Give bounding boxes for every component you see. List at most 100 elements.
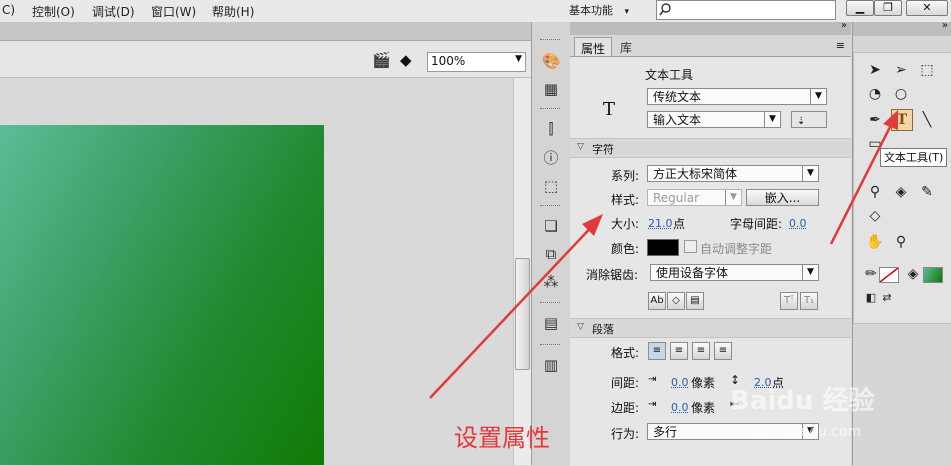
strip-grip[interactable] [540,205,560,208]
zoom-tool-icon[interactable]: ⚲ [891,232,911,252]
help-search-input[interactable] [656,0,836,20]
align-center-icon: ≡ [674,345,684,356]
superscript-button[interactable]: Tᵀ [780,292,798,310]
align-right-button[interactable]: ≡ [692,342,710,360]
superscript-icon: Tᵀ [784,295,794,306]
minimize-button[interactable]: ▁ [846,0,874,16]
letter-spacing-value[interactable]: 0.0 [789,217,807,230]
selection-tool-icon[interactable]: ➤ [865,60,885,80]
text-type-select[interactable]: 传统文本 ▼ [647,88,827,105]
tab-properties[interactable]: 属性 [574,37,613,58]
menu-item-debug[interactable]: 调试(D) [92,3,135,20]
edit-symbols-icon[interactable]: ◆ [400,51,412,69]
paint-bucket-tool-icon[interactable]: ◈ [891,182,911,202]
gradient-rectangle[interactable] [0,125,324,465]
panel-menu-icon[interactable]: ≡ [836,39,845,52]
text-type-value: 传统文本 [653,90,702,104]
align-left-button[interactable]: ≡ [648,342,666,360]
swatches-icon[interactable]: ▦ [542,80,560,98]
embed-button-label: 嵌入... [764,191,801,205]
strip-grip[interactable] [540,302,560,305]
vertical-scrollbar[interactable] [513,78,531,465]
antialias-select[interactable]: 使用设备字体 ▼ [650,264,819,281]
panel-icon-strip: 🎨 ▦ ⫿ ⓘ ⬚ ❏ ⧉ ⁂ ▤ ▥ [531,22,571,465]
behavior-label: 行为: [611,427,640,441]
font-style-select[interactable]: Regular ▼ [647,189,742,206]
menu-item-help[interactable]: 帮助(H) [212,3,254,20]
text-color-swatch[interactable] [647,239,679,256]
zoom-value: 100% [431,54,466,68]
subscript-icon: T₁ [803,295,815,306]
orientation-select[interactable]: ⇣ [791,111,827,128]
restore-button[interactable]: ❐ [874,0,902,16]
code-snippets-icon[interactable]: ❏ [542,217,560,235]
scrollbar-thumb[interactable] [515,258,530,370]
text-tool-icon[interactable]: T [891,109,913,131]
annotation-label: 设置属性 [454,424,550,452]
auto-kern-checkbox[interactable] [684,240,697,253]
hand-tool-icon[interactable]: ✋ [865,232,885,252]
fill-color-icon[interactable]: ◈ [903,264,923,284]
menu-item-window[interactable]: 窗口(W) [151,3,196,20]
menu-item-command[interactable]: C) [2,3,15,17]
render-html-button[interactable]: ◇ [667,292,685,310]
strip-grip[interactable] [540,39,560,42]
zoom-select[interactable]: 100% ▼ [427,52,526,72]
3d-rotation-tool-icon[interactable]: ◔ [865,84,885,104]
triangle-down-icon: ▽ [577,142,584,152]
align-justify-icon: ≡ [718,345,728,356]
watermark-logo: Baidu 经验 [730,386,875,416]
tools-title-bar: » [853,20,951,36]
align-justify-button[interactable]: ≡ [714,342,732,360]
color-label: 颜色: [611,242,640,256]
char-section-header[interactable]: ▽ 字符 [570,138,851,158]
expand-icon[interactable]: » [942,20,948,31]
free-transform-tool-icon[interactable]: ⬚ [917,60,937,80]
transform-icon[interactable]: ⬚ [542,177,560,195]
eyedropper-tool-icon[interactable]: ✎ [917,182,937,202]
text-mode-value: 输入文本 [653,113,702,127]
components-icon[interactable]: ⧉ [542,245,560,263]
embed-button[interactable]: 嵌入... [746,189,819,206]
subselection-tool-icon[interactable]: ➢ [891,60,911,80]
lasso-tool-icon[interactable]: ○ [891,84,911,104]
antialias-label: 消除锯齿: [586,268,639,282]
strip-grip[interactable] [540,344,560,347]
tab-library[interactable]: 库 [614,37,638,57]
bone-tool-icon[interactable]: ⚲ [865,182,885,202]
library-books-icon[interactable]: ▥ [542,356,560,374]
selectable-button[interactable]: Ab [648,292,666,310]
letter-spacing-label: 字母间距: [730,217,783,231]
indent-value[interactable]: 0.0 [671,376,689,389]
strip-grip[interactable] [540,108,560,111]
swap-colors-icon[interactable]: ⇄ [877,288,897,308]
triangle-down-icon: ▽ [577,322,584,332]
menu-item-control[interactable]: 控制(O) [32,3,75,20]
motion-presets-icon[interactable]: ⁂ [542,273,560,291]
line-tool-icon[interactable]: ╲ [917,110,937,130]
subscript-button[interactable]: T₁ [800,292,818,310]
auto-kern-label: 自动调整字距 [700,242,773,256]
para-section-header[interactable]: ▽ 段落 [570,318,851,338]
pen-tool-icon[interactable]: ✒ [865,110,885,130]
edit-scene-icon[interactable]: 🎬 [372,51,391,69]
workspace-switcher[interactable]: 基本功能 ▾ [569,2,629,18]
fill-color-swatch[interactable] [923,267,943,283]
collapse-icon[interactable]: » [841,20,847,31]
align-center-button[interactable]: ≡ [670,342,688,360]
char-section-label: 字符 [592,143,614,156]
align-icon[interactable]: ⫿ [542,120,560,138]
font-family-select[interactable]: 方正大标宋简体 ▼ [647,165,819,182]
left-margin-value[interactable]: 0.0 [671,401,689,414]
stroke-color-swatch[interactable] [879,267,899,283]
info-icon[interactable]: ⓘ [542,149,560,167]
stroke-color-icon[interactable]: ✏ [861,264,881,284]
project-icon[interactable]: ▤ [542,314,560,332]
close-button[interactable]: ✕ [906,0,948,16]
color-icon[interactable]: 🎨 [542,52,561,70]
margin-label: 边距: [611,401,640,415]
size-value[interactable]: 21.0 [648,217,673,230]
show-border-button[interactable]: ▤ [686,292,704,310]
eraser-tool-icon[interactable]: ◇ [865,206,885,226]
text-mode-select[interactable]: 输入文本 ▼ [647,111,781,128]
